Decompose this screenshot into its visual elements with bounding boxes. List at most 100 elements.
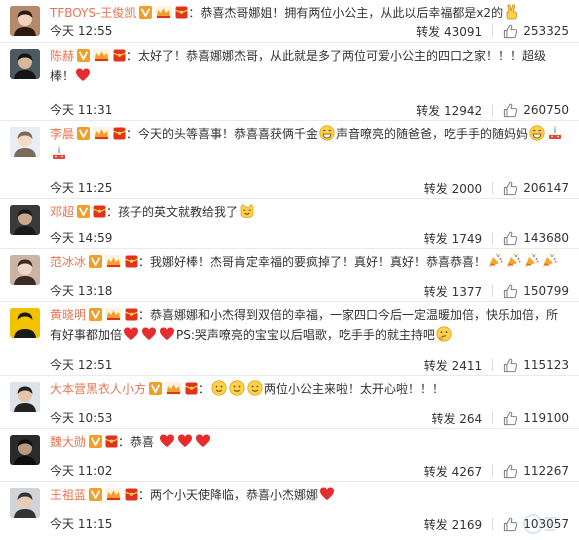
v-badge-icon[interactable] bbox=[149, 382, 163, 395]
like-button[interactable]: 119100 bbox=[503, 411, 569, 426]
action-divider bbox=[492, 25, 494, 37]
like-button[interactable]: 260750 bbox=[503, 103, 569, 118]
repost-button[interactable]: 转发 2169 bbox=[424, 516, 482, 533]
comment-text: 两位小公主来啦！太开心啦！！！ bbox=[264, 382, 445, 396]
comment-actions: 转发 2411 115123 bbox=[424, 356, 569, 374]
avatar[interactable] bbox=[10, 49, 40, 79]
like-button[interactable]: 143680 bbox=[503, 231, 569, 246]
comment-meta: 今天 11:15 转发 2169 103057 bbox=[50, 515, 569, 533]
like-button[interactable]: 253325 bbox=[503, 24, 569, 39]
username-link[interactable]: 陈赫 bbox=[50, 49, 74, 63]
comment-body: 陈赫 ：太好了！恭喜娜娜杰哥，从此就是多了两位可爱小公主的四口之家！！！超级棒！ bbox=[50, 46, 569, 86]
red-packet-badge-icon[interactable] bbox=[185, 382, 198, 395]
comment-text: ：我娜好棒！杰哥肯定幸福的要疯掉了！真好！真好！恭喜恭喜！ bbox=[138, 255, 487, 269]
action-divider bbox=[492, 182, 494, 194]
avatar[interactable] bbox=[10, 6, 40, 36]
action-divider bbox=[492, 465, 494, 477]
repost-count: 2411 bbox=[451, 358, 483, 373]
repost-count: 43091 bbox=[444, 24, 483, 39]
comment-meta: 今天 12:51 转发 2411 115123 bbox=[50, 356, 569, 374]
repost-button[interactable]: 转发 2000 bbox=[424, 180, 482, 197]
thinking-emoji-icon bbox=[436, 326, 452, 342]
v-badge-icon[interactable] bbox=[77, 205, 91, 218]
repost-label: 转发 bbox=[416, 103, 441, 118]
repost-button[interactable]: 转发 264 bbox=[431, 410, 482, 427]
comment-text: ：恭喜杰哥娜姐！拥有两位小公主，从此以后幸福都是x2的 bbox=[188, 6, 504, 20]
crown-badge-icon[interactable] bbox=[105, 308, 123, 321]
red-packet-badge-icon[interactable] bbox=[175, 6, 189, 19]
avatar[interactable] bbox=[10, 435, 40, 465]
repost-button[interactable]: 转发 43091 bbox=[416, 23, 482, 40]
red-packet-badge-icon[interactable] bbox=[93, 205, 106, 218]
repost-label: 转发 bbox=[423, 358, 448, 373]
red-packet-badge-icon[interactable] bbox=[105, 435, 118, 448]
timestamp: 今天 10:53 bbox=[50, 411, 113, 425]
username-link[interactable]: 魏大勋 bbox=[50, 435, 86, 449]
avatar[interactable] bbox=[10, 205, 40, 235]
red-packet-badge-icon[interactable] bbox=[113, 127, 126, 140]
comment-actions: 转发 43091 253325 bbox=[416, 22, 569, 40]
comment-actions: 转发 1749 143680 bbox=[424, 229, 569, 247]
comment-body: 魏大勋 ：恭喜 bbox=[50, 432, 569, 452]
avatar[interactable] bbox=[10, 488, 40, 518]
timestamp: 今天 12:51 bbox=[50, 358, 113, 372]
avatar[interactable] bbox=[10, 382, 40, 412]
comment-text: ： bbox=[198, 382, 211, 396]
action-divider bbox=[492, 518, 494, 530]
like-count: 206147 bbox=[523, 181, 569, 195]
red-packet-badge-icon[interactable] bbox=[125, 488, 138, 501]
heart-emoji-icon bbox=[75, 67, 91, 83]
red-packet-badge-icon[interactable] bbox=[125, 308, 138, 321]
username-link[interactable]: 王祖蓝 bbox=[50, 488, 86, 502]
username-link[interactable]: 大本营黑衣人小方 bbox=[50, 382, 146, 396]
crown-badge-icon[interactable] bbox=[93, 127, 111, 140]
avatar[interactable] bbox=[10, 127, 40, 157]
v-badge-icon[interactable] bbox=[139, 6, 153, 19]
like-button[interactable]: 112267 bbox=[503, 464, 569, 479]
v-badge-icon[interactable] bbox=[89, 488, 103, 501]
crown-badge-icon[interactable] bbox=[155, 6, 173, 19]
repost-button[interactable]: 转发 2411 bbox=[424, 357, 482, 374]
username-link[interactable]: TFBOYS-王俊凯 bbox=[50, 6, 136, 20]
comment-text: ：两个小天使降临，恭喜小杰娜娜 bbox=[138, 488, 319, 502]
comment-item: 黄晓明 ：恭喜娜娜和小杰得到双倍的幸福，一家四口今后一定温暖加倍，快乐加倍，所有好… bbox=[0, 302, 579, 376]
crown-badge-icon[interactable] bbox=[105, 255, 123, 268]
action-divider bbox=[492, 412, 494, 424]
like-button[interactable]: 115123 bbox=[503, 358, 569, 373]
comment-item: 陈赫 ：太好了！恭喜娜娜杰哥，从此就是多了两位可爱小公主的四口之家！！！超级棒！ … bbox=[0, 43, 579, 121]
like-count: 143680 bbox=[523, 231, 569, 245]
username-link[interactable]: 邓超 bbox=[50, 205, 74, 219]
comment-body: 王祖蓝 ：两个小天使降临，恭喜小杰娜娜 bbox=[50, 485, 569, 505]
repost-button[interactable]: 转发 4267 bbox=[424, 463, 482, 480]
comment-item: 邓超 ：孩子的英文就教给我了 今天 14:59 转发 1749 143680 bbox=[0, 199, 579, 249]
comment-actions: 转发 12942 260750 bbox=[416, 101, 569, 119]
comment-body: 范冰冰 ：我娜好棒！杰哥肯定幸福的要疯掉了！真好！真好！恭喜恭喜！ bbox=[50, 252, 569, 272]
crown-badge-icon[interactable] bbox=[165, 382, 183, 395]
repost-count: 1749 bbox=[451, 231, 483, 246]
timestamp: 今天 11:25 bbox=[50, 181, 113, 195]
like-button[interactable]: 150799 bbox=[503, 284, 569, 299]
v-badge-icon[interactable] bbox=[77, 127, 91, 140]
like-count: 260750 bbox=[523, 103, 569, 117]
red-packet-badge-icon[interactable] bbox=[125, 255, 138, 268]
repost-button[interactable]: 转发 1749 bbox=[424, 230, 482, 247]
red-packet-badge-icon[interactable] bbox=[113, 49, 126, 62]
username-link[interactable]: 李晨 bbox=[50, 127, 74, 141]
v-badge-icon[interactable] bbox=[89, 435, 103, 448]
comment-meta: 今天 14:59 转发 1749 143680 bbox=[50, 229, 569, 247]
timestamp: 今天 11:31 bbox=[50, 103, 113, 117]
like-button[interactable]: 206147 bbox=[503, 181, 569, 196]
party-popper-emoji-icon bbox=[541, 253, 557, 269]
v-badge-icon[interactable] bbox=[89, 308, 103, 321]
crown-badge-icon[interactable] bbox=[105, 488, 123, 501]
avatar[interactable] bbox=[10, 308, 40, 338]
avatar[interactable] bbox=[10, 255, 40, 285]
v-badge-icon[interactable] bbox=[77, 49, 91, 62]
repost-button[interactable]: 转发 1377 bbox=[424, 283, 482, 300]
repost-button[interactable]: 转发 12942 bbox=[416, 102, 482, 119]
v-badge-icon[interactable] bbox=[89, 255, 103, 268]
crown-badge-icon[interactable] bbox=[93, 49, 111, 62]
username-link[interactable]: 黄晓明 bbox=[50, 308, 86, 322]
comment-text: ：孩子的英文就教给我了 bbox=[106, 205, 239, 219]
username-link[interactable]: 范冰冰 bbox=[50, 255, 86, 269]
